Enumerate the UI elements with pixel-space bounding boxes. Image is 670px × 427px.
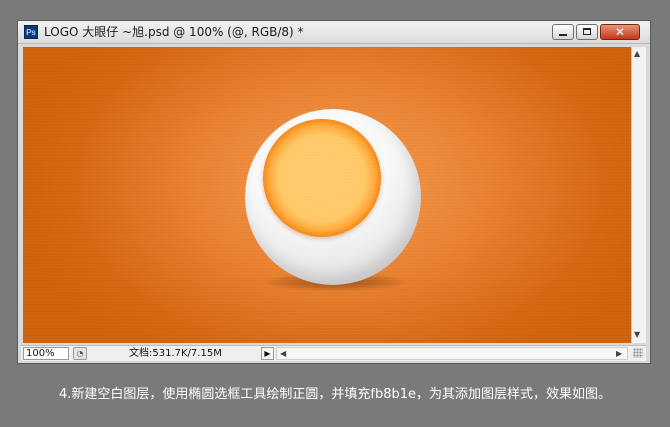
- orange-glowing-circle: [263, 119, 381, 237]
- scroll-left-icon[interactable]: ◀: [280, 349, 286, 359]
- minimize-button[interactable]: [552, 24, 574, 40]
- status-bar: 100% ◔ 文档:531.7K/7.15M ▶ ◀ ▶: [21, 345, 646, 361]
- zoom-level-input[interactable]: 100%: [23, 347, 69, 360]
- minimize-icon: [559, 34, 567, 36]
- document-window: Ps LOGO 大眼仔 ~旭.psd @ 100% (@, RGB/8) * ✕…: [17, 20, 651, 364]
- ball-drop-shadow: [265, 273, 405, 291]
- scroll-right-icon[interactable]: ▶: [616, 349, 622, 359]
- tutorial-caption: 4.新建空白图层，使用椭圆选框工具绘制正圆，并填充fb8b1e，为其添加图层样式…: [58, 387, 612, 402]
- scroll-up-icon[interactable]: ▲: [634, 49, 640, 59]
- document-canvas[interactable]: [23, 47, 631, 343]
- document-title: LOGO 大眼仔 ~旭.psd @ 100% (@, RGB/8) *: [44, 25, 304, 39]
- white-sphere: [245, 109, 421, 285]
- close-button[interactable]: ✕: [600, 24, 640, 40]
- resize-grip-icon[interactable]: [633, 348, 643, 358]
- vertical-scrollbar[interactable]: ▲ ▼: [631, 47, 646, 343]
- title-bar[interactable]: Ps LOGO 大眼仔 ~旭.psd @ 100% (@, RGB/8) * ✕: [18, 21, 650, 44]
- maximize-button[interactable]: [576, 24, 598, 40]
- document-size-info: 文档:531.7K/7.15M: [129, 348, 222, 359]
- photoshop-icon: Ps: [24, 25, 38, 39]
- scroll-down-icon[interactable]: ▼: [634, 330, 640, 340]
- horizontal-scrollbar[interactable]: ◀ ▶: [276, 347, 628, 360]
- maximize-icon: [583, 28, 591, 35]
- zoom-icon[interactable]: ◔: [73, 347, 87, 360]
- close-icon: ✕: [614, 25, 626, 39]
- status-menu-arrow-icon[interactable]: ▶: [261, 347, 274, 360]
